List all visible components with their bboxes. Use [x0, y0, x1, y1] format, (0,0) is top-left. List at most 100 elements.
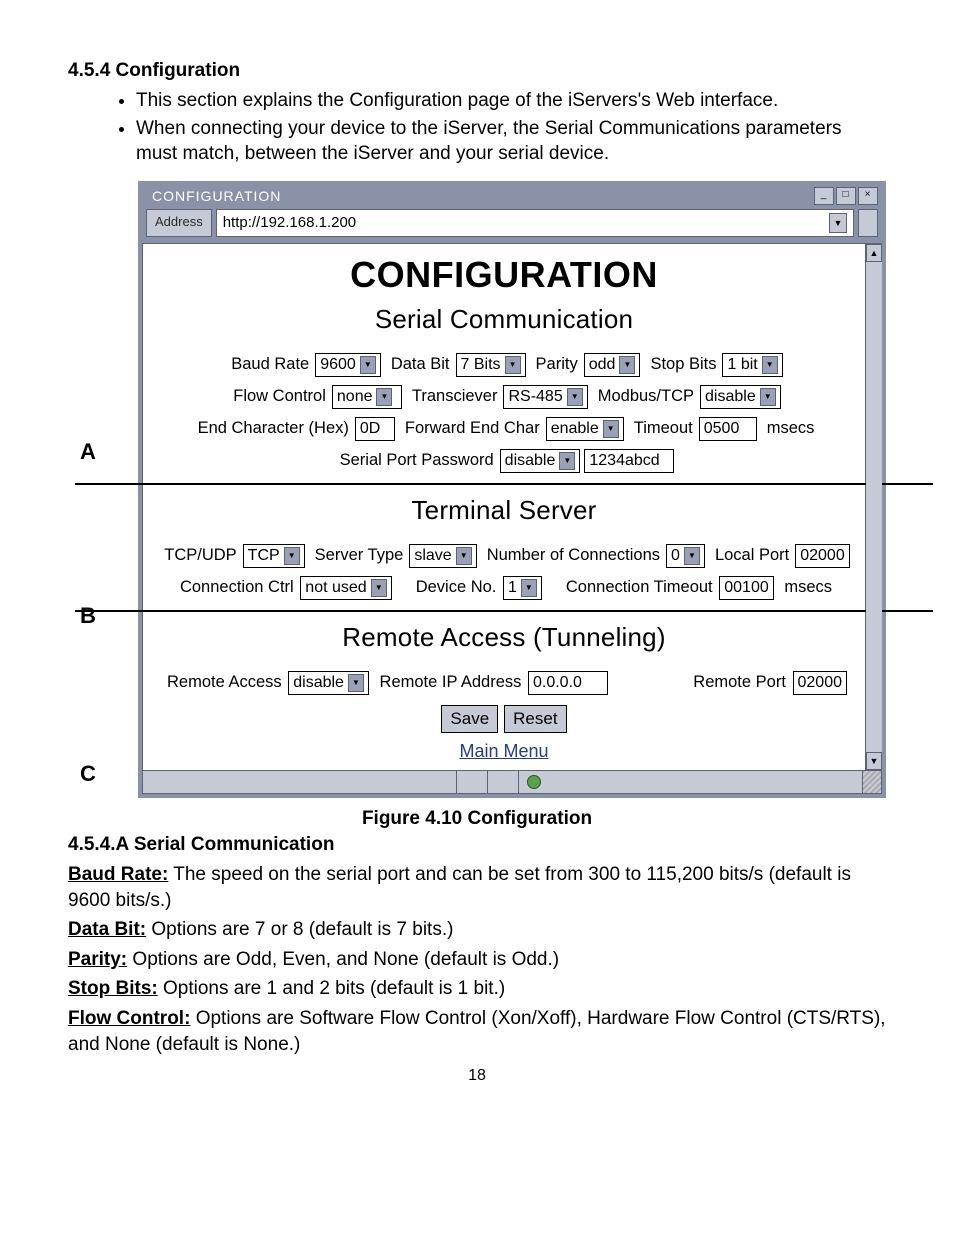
intro-bullet: This section explains the Configuration … — [136, 88, 886, 114]
stop-bits-label: Stop Bits — [650, 355, 716, 374]
fwd-end-char-label: Forward End Char — [405, 419, 540, 438]
chevron-down-icon: ▼ — [603, 420, 619, 438]
page-title: CONFIGURATION — [145, 254, 863, 296]
chevron-down-icon: ▼ — [762, 356, 778, 374]
modbus-value: disable — [705, 388, 756, 406]
section-letter-b: B — [80, 603, 96, 629]
data-bit-select[interactable]: 7 Bits▼ — [456, 353, 526, 377]
tcpudp-label: TCP/UDP — [164, 546, 236, 565]
baud-rate-term: Baud Rate: — [68, 864, 168, 885]
parity-def: Options are Odd, Even, and None (default… — [127, 949, 559, 970]
conn-timeout-input[interactable]: 00100 — [719, 576, 774, 600]
data-bit-term: Data Bit: — [68, 919, 146, 940]
section-letter-c: C — [80, 761, 96, 787]
serial-pwd-value: 1234abcd — [589, 452, 659, 470]
chevron-down-icon: ▼ — [505, 356, 521, 374]
remote-heading: Remote Access (Tunneling) — [145, 622, 863, 653]
conn-timeout-value: 00100 — [724, 579, 769, 597]
transciever-value: RS-485 — [508, 388, 562, 406]
chevron-down-icon: ▼ — [371, 579, 387, 597]
timeout-input[interactable]: 0500 — [699, 417, 757, 441]
baud-rate-def: The speed on the serial port and can be … — [68, 864, 851, 911]
reset-button[interactable]: Reset — [504, 705, 566, 733]
address-label: Address — [146, 209, 212, 237]
scroll-down-icon[interactable]: ▼ — [866, 752, 882, 770]
remote-access-select[interactable]: disable▼ — [288, 671, 369, 695]
chevron-down-icon: ▼ — [456, 547, 472, 565]
timeout-value: 0500 — [704, 420, 740, 438]
serial-pwd-state-select[interactable]: disable▼ — [500, 449, 581, 473]
address-input[interactable]: http://192.168.1.200 ▼ — [216, 209, 854, 237]
terminal-heading: Terminal Server — [145, 495, 863, 526]
conn-ctrl-value: not used — [305, 579, 366, 597]
serial-pwd-state-value: disable — [505, 452, 556, 470]
remote-port-input[interactable]: 02000 — [793, 671, 848, 695]
intro-bullet: When connecting your device to the iServ… — [136, 116, 886, 167]
parity-term: Parity: — [68, 949, 127, 970]
parity-value: odd — [589, 356, 616, 374]
fwd-end-char-select[interactable]: enable▼ — [546, 417, 624, 441]
num-conn-select[interactable]: 0▼ — [666, 544, 705, 568]
modbus-select[interactable]: disable▼ — [700, 385, 781, 409]
device-no-value: 1 — [508, 579, 517, 597]
remote-port-label: Remote Port — [693, 673, 786, 691]
remote-ip-label: Remote IP Address — [380, 673, 522, 691]
section-letter-a: A — [80, 439, 96, 465]
close-button[interactable]: × — [858, 187, 878, 205]
fwd-end-char-value: enable — [551, 420, 599, 438]
num-conn-label: Number of Connections — [487, 546, 660, 565]
go-button[interactable] — [858, 209, 878, 237]
remote-ip-input[interactable]: 0.0.0.0 — [528, 671, 608, 695]
conn-ctrl-select[interactable]: not used ▼ — [300, 576, 391, 600]
vertical-scrollbar[interactable]: ▲ ▼ — [866, 243, 882, 770]
chevron-down-icon: ▼ — [760, 388, 776, 406]
stop-bits-select[interactable]: 1 bit ▼ — [722, 353, 782, 377]
server-type-select[interactable]: slave ▼ — [409, 544, 476, 568]
minimize-button[interactable]: _ — [814, 187, 834, 205]
local-port-value: 02000 — [800, 547, 845, 565]
end-char-input[interactable]: 0D — [355, 417, 395, 441]
chevron-down-icon: ▼ — [521, 579, 537, 597]
tcpudp-select[interactable]: TCP▼ — [243, 544, 305, 568]
data-bit-value: 7 Bits — [461, 356, 501, 374]
flow-control-select[interactable]: none▼ — [332, 385, 402, 409]
timeout-label: Timeout — [634, 419, 693, 438]
chevron-down-icon: ▼ — [376, 388, 392, 406]
chevron-down-icon: ▼ — [284, 547, 300, 565]
url-text: http://192.168.1.200 — [223, 214, 356, 231]
parity-select[interactable]: odd▼ — [584, 353, 641, 377]
baud-rate-label: Baud Rate — [231, 355, 309, 374]
intro-list: This section explains the Configuration … — [96, 88, 886, 167]
server-type-value: slave — [414, 547, 451, 565]
remote-ip-value: 0.0.0.0 — [533, 674, 582, 692]
flow-control-value: none — [337, 388, 373, 406]
data-bit-def: Options are 7 or 8 (default is 7 bits.) — [146, 919, 453, 940]
modbus-label: Modbus/TCP — [598, 387, 694, 406]
baud-rate-value: 9600 — [320, 356, 356, 374]
serial-heading: Serial Communication — [145, 304, 863, 335]
device-no-select[interactable]: 1▼ — [503, 576, 542, 600]
page-number: 18 — [68, 1067, 886, 1085]
serial-pwd-label: Serial Port Password — [340, 451, 494, 470]
local-port-label: Local Port — [715, 546, 789, 565]
page-content: CONFIGURATION Serial Communication Baud … — [142, 243, 866, 770]
save-button[interactable]: Save — [441, 705, 498, 733]
local-port-input[interactable]: 02000 — [795, 544, 850, 568]
serial-pwd-input[interactable]: 1234abcd — [584, 449, 674, 473]
transciever-select[interactable]: RS-485▼ — [503, 385, 587, 409]
flow-control-label: Flow Control — [233, 387, 326, 406]
maximize-button[interactable]: □ — [836, 187, 856, 205]
stop-bits-value: 1 bit — [727, 356, 757, 374]
subsection-heading: 4.5.4.A Serial Communication — [68, 834, 886, 856]
divider — [75, 483, 933, 485]
conn-ctrl-label: Connection Ctrl — [180, 578, 294, 596]
end-char-label: End Character (Hex) — [198, 419, 349, 438]
resize-grip-icon[interactable] — [863, 771, 881, 793]
address-dropdown-icon[interactable]: ▼ — [829, 213, 847, 233]
main-menu-link[interactable]: Main Menu — [145, 741, 863, 762]
scroll-up-icon[interactable]: ▲ — [866, 244, 882, 262]
server-type-label: Server Type — [315, 546, 404, 565]
definitions: Baud Rate: The speed on the serial port … — [68, 862, 886, 1057]
baud-rate-select[interactable]: 9600▼ — [315, 353, 381, 377]
stop-bits-term: Stop Bits: — [68, 978, 158, 999]
